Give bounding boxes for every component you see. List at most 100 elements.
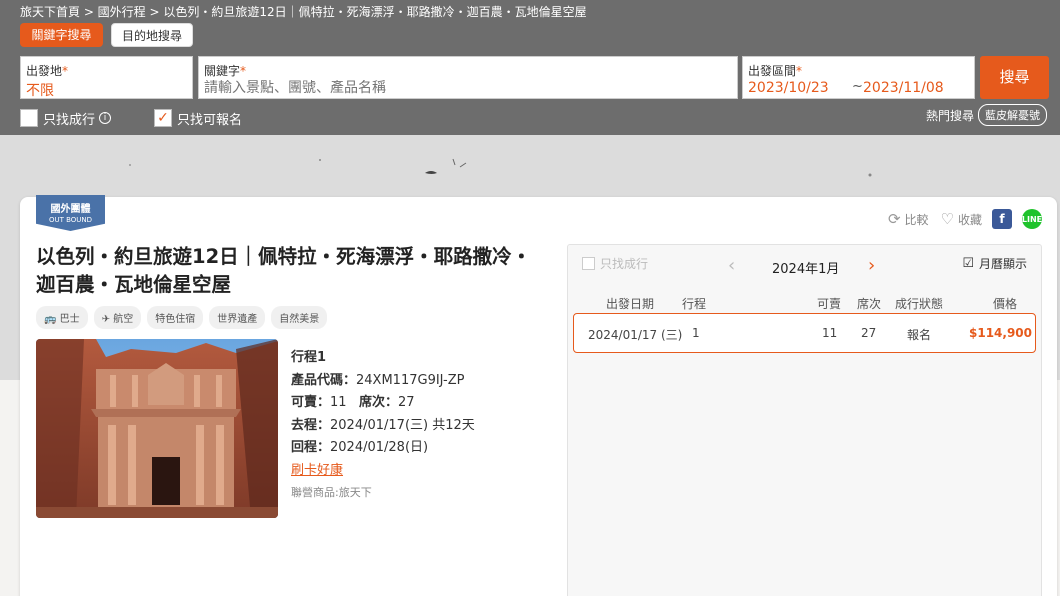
promo-link[interactable]: 刷卡好康: [291, 463, 343, 478]
keyword-input[interactable]: [204, 80, 724, 96]
product-code-label: 產品代碼：: [291, 372, 357, 388]
compare-icon: ⟳: [887, 210, 901, 228]
keyword-label: 關鍵字: [204, 64, 241, 78]
product-code-value: 24XM117G9IJ-ZP: [356, 372, 465, 388]
tab-keyword-search[interactable]: 關鍵字搜尋: [20, 23, 103, 47]
header-avail: 可賣: [817, 297, 842, 311]
hot-search-label: 熱門搜尋: [926, 108, 975, 123]
dust-mark: [868, 173, 872, 177]
check-icon[interactable]: ✓: [154, 109, 172, 127]
outbound-date: 去程：2024/01/17(三) 共12天: [291, 415, 475, 438]
breadcrumb[interactable]: 旅天下首頁 > 國外行程 > 以色列・約旦旅遊12日｜佩特拉・死海漂浮・耶路撒冷…: [20, 3, 587, 20]
required-mark: *: [62, 64, 69, 78]
info-icon[interactable]: i: [99, 112, 112, 124]
required-mark: *: [240, 64, 247, 78]
header-date: 出發日期: [606, 297, 655, 311]
seats-label: 席次：: [358, 395, 398, 410]
origin-value: 不限: [26, 83, 54, 99]
date-separator: ~: [852, 79, 863, 94]
calendar-icon: ☑: [962, 256, 974, 271]
row-status: 報名: [907, 328, 932, 342]
availability: 可賣：11 席次：27: [291, 392, 475, 415]
tag-special-stay: 特色住宿: [147, 306, 204, 329]
ribbon-title: 國外團體: [50, 204, 91, 215]
feature-tags: 🚌 巴士 ✈ 航空 特色住宿 世界遺產 自然美景: [36, 306, 333, 329]
chevron-left-icon[interactable]: ‹: [728, 255, 735, 276]
tag-nature: 自然美景: [271, 306, 328, 329]
header-seats: 席次: [857, 297, 882, 311]
origin-label: 出發地: [26, 64, 63, 78]
date-range-field[interactable]: 出發區間* 2023/10/23 ~ 2023/11/08: [742, 56, 975, 99]
product-info: 行程1 產品代碼：24XM117G9IJ-ZP 可賣：11 席次：27 去程：2…: [291, 347, 475, 505]
itinerary-name: 行程1: [291, 350, 327, 365]
required-mark: *: [796, 64, 803, 78]
favorite-button[interactable]: ♡ 收藏: [941, 210, 982, 228]
only-departing-checkbox[interactable]: 只找成行 i: [20, 108, 112, 128]
header-status: 成行狀態: [895, 297, 944, 311]
only-available-checkbox[interactable]: ✓ 只找可報名: [154, 108, 242, 128]
calendar-view-label: 月曆顯示: [978, 257, 1027, 271]
hot-search: 熱門搜尋 藍皮解憂號: [926, 104, 1048, 126]
header-price: 價格: [993, 297, 1018, 311]
compare-button[interactable]: ⟳ 比較: [888, 210, 929, 228]
heart-icon: ♡: [940, 210, 954, 228]
product-title[interactable]: 以色列・約旦旅遊12日｜佩特拉・死海漂浮・耶路撒冷・迦百農・瓦地倫星空屋: [36, 243, 541, 299]
avail-value: 11: [330, 395, 347, 410]
search-header: 旅天下首頁 > 國外行程 > 以色列・約旦旅遊12日｜佩特拉・死海漂浮・耶路撒冷…: [0, 0, 1060, 135]
back-value: 2024/01/28(日): [330, 440, 429, 455]
tag-bus: 巴士: [59, 314, 80, 325]
bird-mark: [425, 171, 437, 174]
header-trip: 行程: [682, 297, 707, 311]
row-avail: 11: [822, 326, 838, 340]
checkbox-box[interactable]: [582, 257, 595, 270]
go-value: 2024/01/17(三) 共12天: [330, 417, 475, 433]
feature-tag: 🚌 巴士: [36, 306, 88, 329]
plane-icon: ✈: [101, 314, 111, 325]
tag-world-heritage: 世界遺產: [209, 306, 266, 329]
feature-tag: ✈ 航空: [93, 306, 142, 329]
outbound-ribbon: 國外團體 OUT BOUND: [36, 195, 105, 231]
go-label: 去程：: [291, 417, 331, 433]
only-available-label: 只找可報名: [177, 112, 243, 128]
keyword-field[interactable]: 關鍵字*: [198, 56, 738, 99]
calendar-month: 2024年1月: [772, 262, 840, 277]
facebook-icon[interactable]: f: [992, 209, 1012, 229]
search-button[interactable]: 搜尋: [980, 56, 1049, 99]
avail-label: 可賣：: [291, 395, 331, 410]
origin-field[interactable]: 出發地* 不限: [20, 56, 193, 99]
line-icon[interactable]: LINE: [1022, 209, 1042, 229]
dust-mark: [319, 159, 321, 161]
date-to[interactable]: 2023/11/08: [863, 80, 944, 96]
date-label: 出發區間: [748, 64, 797, 78]
ribbon-subtitle: OUT BOUND: [48, 216, 93, 224]
return-date: 回程：2024/01/28(日): [291, 437, 475, 460]
favorite-label: 收藏: [957, 212, 982, 227]
bird-mark: [452, 158, 467, 168]
row-price: $114,900: [969, 326, 1033, 340]
dust-mark: [129, 164, 131, 166]
product-card: 國外團體 OUT BOUND ⟳ 比較 ♡ 收藏 f LINE 以色列・約旦旅遊…: [20, 195, 1057, 596]
back-label: 回程：: [291, 440, 331, 455]
panel-only-departing-checkbox[interactable]: 只找成行: [582, 255, 648, 272]
checkbox-box[interactable]: [20, 109, 38, 127]
departures-panel: 只找成行 ‹ 2024年1月 › ☑ 月曆顯示 出發日期 行程 可賣 席次 成行…: [567, 244, 1042, 596]
tab-destination-search[interactable]: 目的地搜尋: [111, 23, 193, 47]
card-actions: ⟳ 比較 ♡ 收藏 f LINE: [876, 209, 1042, 229]
panel-only-departing-label: 只找成行: [600, 257, 649, 271]
compare-label: 比較: [904, 212, 929, 227]
row-date: 2024/01/17 (三): [588, 328, 683, 342]
only-departing-label: 只找成行: [43, 112, 96, 128]
departure-row[interactable]: 2024/01/17 (三) 1 11 27 報名 $114,900: [573, 313, 1036, 353]
chevron-right-icon[interactable]: ›: [868, 255, 875, 276]
hot-search-tag[interactable]: 藍皮解憂號: [978, 104, 1048, 126]
seats-value: 27: [397, 395, 415, 410]
date-from[interactable]: 2023/10/23: [748, 80, 829, 96]
product-code: 產品代碼：24XM117G9IJ-ZP: [291, 370, 475, 393]
operator-note: 聯營商品:旅天下: [291, 486, 372, 499]
bus-icon: 🚌: [44, 314, 57, 325]
calendar-view-toggle[interactable]: ☑ 月曆顯示: [962, 255, 1027, 272]
product-photo[interactable]: [36, 339, 278, 518]
row-seats: 27: [861, 326, 877, 340]
petra-treasury-image: [36, 339, 278, 518]
tag-flight: 航空: [113, 314, 134, 325]
